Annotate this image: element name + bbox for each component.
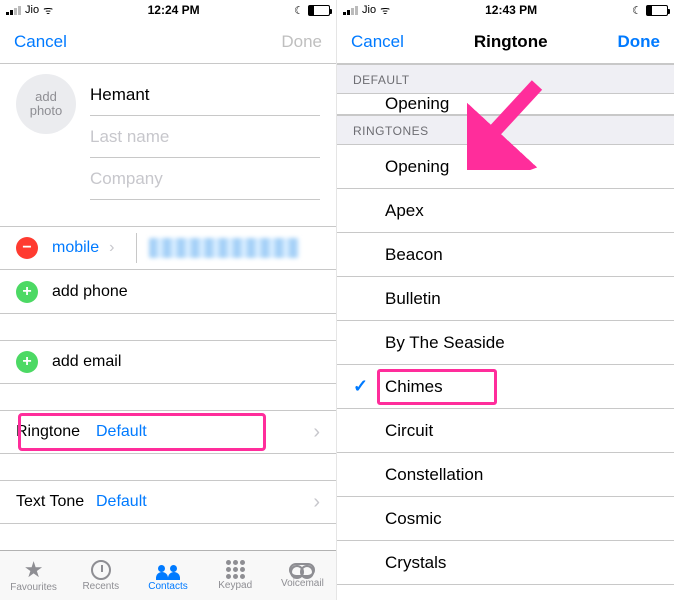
ringtone-label: Cosmic	[385, 509, 442, 529]
ringtone-label: Circuit	[385, 421, 433, 441]
add-photo-button[interactable]: add photo	[16, 74, 76, 134]
tab-favourites[interactable]: ★ Favourites	[0, 551, 67, 600]
add-icon: +	[16, 351, 38, 373]
add-email-row[interactable]: + add email	[0, 340, 336, 384]
ringtone-option[interactable]: Apex	[337, 189, 674, 233]
ringtone-label: Beacon	[385, 245, 443, 265]
nav-bar: Cancel Ringtone Done	[337, 20, 674, 64]
dnd-moon-icon: ☾	[632, 4, 642, 17]
screen-edit-contact: Jio ᯤ 12:24 PM ☾ Cancel Done add photo H…	[0, 0, 337, 600]
delete-icon[interactable]: −	[16, 237, 38, 259]
ringtone-label: Apex	[385, 201, 424, 221]
tab-voicemail[interactable]: Voicemail	[269, 551, 336, 600]
chevron-right-icon: ›	[313, 421, 320, 444]
star-icon: ★	[24, 559, 44, 581]
ringtone-option[interactable]: ✓ Chimes	[337, 365, 674, 409]
add-icon: +	[16, 281, 38, 303]
tab-label: Keypad	[218, 580, 252, 591]
ringtone-value: Default	[96, 423, 313, 441]
ringtone-option-default[interactable]: Opening	[337, 94, 674, 115]
ringtone-label: Hillside	[385, 597, 440, 600]
ringtone-label: Opening	[385, 157, 449, 177]
ringtone-label: Ringtone	[16, 423, 96, 441]
cancel-button[interactable]: Cancel	[14, 32, 67, 52]
page-title: Ringtone	[474, 32, 548, 52]
carrier-label: Jio	[362, 4, 376, 16]
signal-icon	[343, 5, 358, 15]
texttone-label: Text Tone	[16, 493, 96, 511]
carrier-label: Jio	[25, 4, 39, 16]
voicemail-icon	[289, 563, 315, 577]
phone-number-value[interactable]	[149, 238, 299, 258]
ringtone-label: Constellation	[385, 465, 483, 485]
signal-icon	[6, 5, 21, 15]
done-button[interactable]: Done	[617, 32, 660, 52]
ringtone-option[interactable]: Crystals	[337, 541, 674, 585]
tab-label: Favourites	[10, 582, 57, 593]
ringtone-label: Chimes	[385, 377, 443, 397]
ringtone-label: Crystals	[385, 553, 446, 573]
tab-keypad[interactable]: Keypad	[202, 551, 269, 600]
battery-icon	[308, 5, 330, 16]
ringtone-option[interactable]: By The Seaside	[337, 321, 674, 365]
chevron-right-icon: ›	[109, 239, 114, 257]
battery-icon	[646, 5, 668, 16]
chevron-right-icon: ›	[313, 491, 320, 514]
cancel-button[interactable]: Cancel	[351, 32, 404, 52]
add-phone-label: add phone	[52, 283, 128, 301]
last-name-field[interactable]: Last name	[90, 116, 320, 158]
tab-label: Voicemail	[281, 578, 324, 589]
ringtone-option[interactable]: Beacon	[337, 233, 674, 277]
ringtone-option[interactable]: Bulletin	[337, 277, 674, 321]
ringtone-option[interactable]: Cosmic	[337, 497, 674, 541]
first-name-field[interactable]: Hemant	[90, 74, 320, 116]
wifi-icon: ᯤ	[43, 3, 53, 18]
phone-mobile-row[interactable]: − mobile ›	[0, 226, 336, 270]
tab-label: Recents	[82, 581, 119, 592]
tab-bar: ★ Favourites Recents Contacts Keypad Voi…	[0, 550, 336, 600]
dnd-moon-icon: ☾	[294, 4, 304, 17]
company-field[interactable]: Company	[90, 158, 320, 200]
section-header-default: DEFAULT	[337, 64, 674, 94]
ringtone-row[interactable]: Ringtone Default ›	[0, 410, 336, 454]
clock-label: 12:43 PM	[485, 3, 537, 17]
tab-contacts[interactable]: Contacts	[134, 551, 201, 600]
tab-recents[interactable]: Recents	[67, 551, 134, 600]
ringtone-option[interactable]: Constellation	[337, 453, 674, 497]
contacts-icon	[155, 560, 181, 580]
screen-ringtone-picker: Jio ᯤ 12:43 PM ☾ Cancel Ringtone Done DE…	[337, 0, 674, 600]
checkmark-icon: ✓	[353, 376, 368, 397]
ringtone-option[interactable]: Hillside	[337, 585, 674, 600]
keypad-icon	[226, 560, 245, 579]
clock-label: 12:24 PM	[148, 3, 200, 17]
nav-bar: Cancel Done	[0, 20, 336, 64]
status-bar: Jio ᯤ 12:43 PM ☾	[337, 0, 674, 20]
ringtone-label: By The Seaside	[385, 333, 505, 353]
texttone-value: Default	[96, 493, 313, 511]
phone-type-label[interactable]: mobile	[52, 239, 99, 257]
ringtone-option[interactable]: Opening	[337, 145, 674, 189]
ringtone-label: Opening	[385, 94, 449, 114]
section-header-ringtones: RINGTONES	[337, 115, 674, 145]
done-button[interactable]: Done	[281, 32, 322, 52]
add-email-label: add email	[52, 353, 121, 371]
ringtone-label: Bulletin	[385, 289, 441, 309]
tab-label: Contacts	[148, 581, 187, 592]
ringtone-option[interactable]: Circuit	[337, 409, 674, 453]
texttone-row[interactable]: Text Tone Default ›	[0, 480, 336, 524]
add-phone-row[interactable]: + add phone	[0, 270, 336, 314]
wifi-icon: ᯤ	[380, 3, 390, 18]
status-bar: Jio ᯤ 12:24 PM ☾	[0, 0, 336, 20]
clock-icon	[91, 560, 111, 580]
